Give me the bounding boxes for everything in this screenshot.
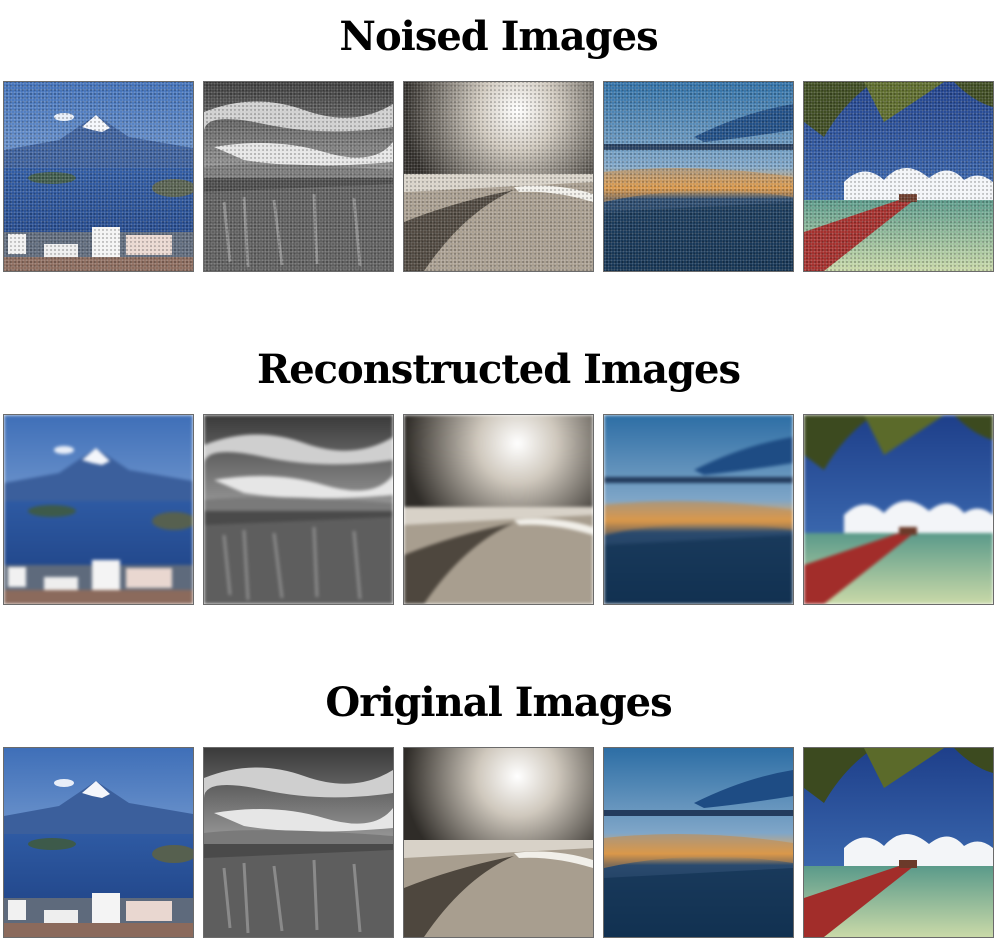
image-tile-storm-clouds-field-bw [203,414,394,605]
palm-pier-tropical-sea-image [804,748,993,937]
storm-clouds-field-bw-image [204,748,393,937]
mountain-bay-landscape-image [4,82,193,271]
image-row-reconstructed [3,414,995,605]
image-tile-sunlit-beach-sepia [403,747,594,938]
image-row-noised [3,81,995,272]
storm-clouds-field-bw-image [204,415,393,604]
palm-pier-tropical-sea-image [804,415,993,604]
image-tile-mountain-bay-landscape [3,747,194,938]
image-tile-sunlit-beach-sepia [403,414,594,605]
image-tile-sunset-beach-reflection [603,414,794,605]
image-tile-mountain-bay-landscape [3,414,194,605]
sunset-beach-reflection-image [604,415,793,604]
image-row-original [3,747,995,938]
image-tile-palm-pier-tropical-sea [803,414,994,605]
sunlit-beach-sepia-image [404,415,593,604]
image-tile-sunlit-beach-sepia [403,81,594,272]
sunlit-beach-sepia-image [404,748,593,937]
sunset-beach-reflection-image [604,748,793,937]
image-tile-storm-clouds-field-bw [203,81,394,272]
storm-clouds-field-bw-image [204,82,393,271]
palm-pier-tropical-sea-image [804,82,993,271]
image-tile-mountain-bay-landscape [3,81,194,272]
image-tile-sunset-beach-reflection [603,747,794,938]
image-tile-palm-pier-tropical-sea [803,747,994,938]
section-title-noised: Noised Images [339,13,658,60]
sunset-beach-reflection-image [604,82,793,271]
section-title-reconstructed: Reconstructed Images [256,346,741,393]
sunlit-beach-sepia-image [404,82,593,271]
section-title-original: Original Images [325,679,672,726]
mountain-bay-landscape-image [4,415,193,604]
image-tile-sunset-beach-reflection [603,81,794,272]
image-tile-storm-clouds-field-bw [203,747,394,938]
mountain-bay-landscape-image [4,748,193,937]
image-tile-palm-pier-tropical-sea [803,81,994,272]
